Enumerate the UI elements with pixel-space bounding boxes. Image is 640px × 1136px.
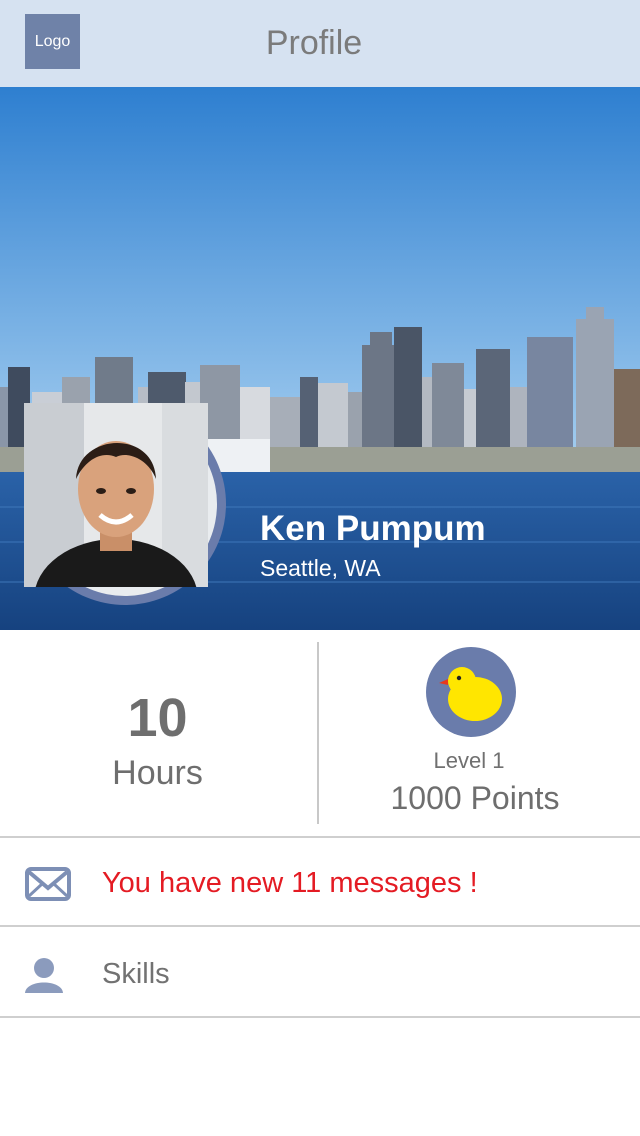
profile-header: Ken Pumpum Seattle, WA [0,87,640,630]
messages-label: You have new 11 messages ! [102,867,478,899]
person-icon [25,958,63,993]
envelope-icon [25,867,71,901]
stats-divider [317,642,319,824]
hours-label: Hours [112,754,203,792]
user-photo [24,403,208,587]
level-badge[interactable] [426,647,516,737]
user-location: Seattle, WA [260,555,381,581]
skills-row[interactable]: Skills [0,931,640,1018]
chick-icon [439,667,502,721]
navigation-bar: Logo Profile [0,0,640,87]
page-title: Profile [265,24,363,62]
skills-label: Skills [102,958,170,990]
avatar[interactable] [24,403,226,605]
points-label: 1000 Points [390,780,560,816]
messages-row[interactable]: You have new 11 messages ! [0,840,640,927]
level-label: Level 1 [433,748,505,773]
hours-value: 10 [127,688,188,748]
stats-panel: 10 Hours Level 1 1000 Points [0,630,640,838]
user-name: Ken Pumpum [260,509,486,548]
